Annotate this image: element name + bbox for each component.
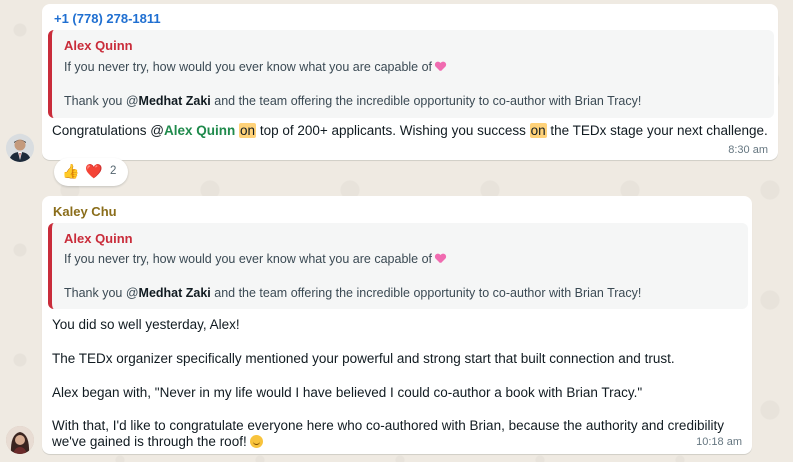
mention: Medhat Zaki: [138, 286, 211, 300]
sender-name[interactable]: +1 (778) 278-1811: [54, 11, 161, 26]
message-text: Congratulations @Alex Quinn on top of 20…: [52, 123, 768, 138]
pink-hearts-icon: [435, 62, 447, 72]
smiling-face-icon: [249, 435, 263, 448]
reaction-count: 2: [110, 165, 117, 177]
message-text-line: Alex began with, "Never in my life would…: [52, 385, 643, 400]
quote-text: Thank you @Medhat Zaki and the team offe…: [64, 94, 642, 108]
quote-text: If you never try, how would you ever kno…: [64, 252, 447, 266]
mention[interactable]: Alex Quinn: [164, 123, 235, 138]
red-heart-icon: ❤️: [85, 163, 103, 179]
quote-author: Alex Quinn: [64, 231, 133, 246]
avatar[interactable]: [6, 426, 34, 454]
quote-text: Thank you @Medhat Zaki and the team offe…: [64, 286, 642, 300]
message-text-line: The TEDx organizer specifically mentione…: [52, 351, 675, 366]
quoted-message[interactable]: Alex Quinn If you never try, how would y…: [48, 223, 748, 309]
message-text-line: With that, I'd like to congratulate ever…: [52, 418, 724, 433]
pink-hearts-icon: [435, 254, 447, 264]
search-highlight: on: [529, 123, 547, 138]
message-text-line: You did so well yesterday, Alex!: [52, 317, 240, 332]
mention: Medhat Zaki: [138, 94, 211, 108]
message-text-line: we've gained is through the roof!: [52, 434, 263, 449]
quote-text: If you never try, how would you ever kno…: [64, 60, 447, 74]
quoted-message[interactable]: Alex Quinn If you never try, how would y…: [48, 30, 774, 118]
sender-name[interactable]: Kaley Chu: [53, 204, 117, 219]
message-bubble[interactable]: +1 (778) 278-1811 Alex Quinn If you neve…: [42, 4, 778, 160]
message-timestamp: 8:30 am: [728, 144, 768, 156]
avatar[interactable]: [6, 134, 34, 162]
reactions-pill[interactable]: 👍 ❤️ 2: [54, 158, 128, 186]
thumbs-up-icon: 👍: [62, 163, 80, 179]
search-highlight: on: [239, 123, 257, 138]
quote-author: Alex Quinn: [64, 38, 133, 53]
message-bubble[interactable]: Kaley Chu Alex Quinn If you never try, h…: [42, 196, 752, 454]
message-timestamp: 10:18 am: [696, 436, 742, 448]
